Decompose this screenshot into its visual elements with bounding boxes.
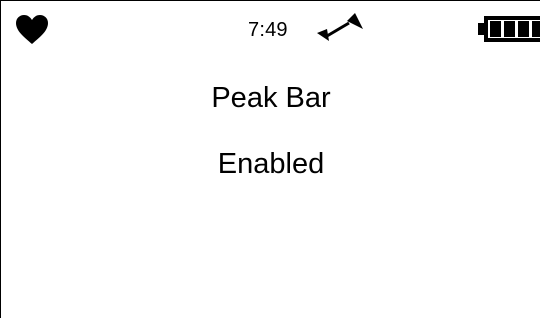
device-screen: 7:49 Peak Bar Enabled (0, 0, 540, 318)
battery-icon (478, 16, 540, 42)
setting-status: Enabled (217, 148, 325, 180)
signal-icon (317, 13, 363, 41)
setting-title: Peak Bar (211, 82, 331, 114)
heart-icon (16, 15, 48, 44)
clock-time: 7:49 (248, 19, 288, 41)
